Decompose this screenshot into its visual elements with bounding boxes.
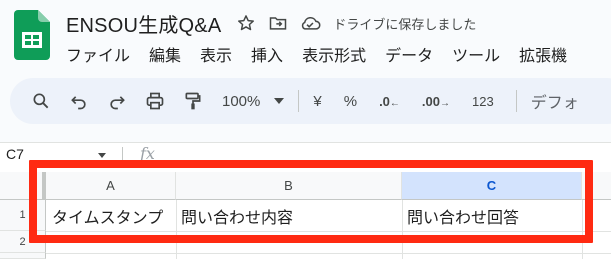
menu-tools[interactable]: ツール <box>452 42 500 66</box>
column-header-d[interactable] <box>582 172 611 200</box>
save-status: ドライブに保存しました <box>333 16 477 32</box>
search-menus-icon[interactable] <box>24 84 58 118</box>
function-icon: fx <box>140 144 155 163</box>
sheets-logo-icon[interactable] <box>14 10 50 60</box>
formula-bar-divider <box>122 147 123 163</box>
grid-line <box>582 200 583 259</box>
cell-b1[interactable]: 問い合わせ内容 <box>177 200 402 231</box>
column-header-c[interactable]: C <box>402 172 582 200</box>
menu-bar: ファイル 編集 表示 挿入 表示形式 データ ツール 拡張機 <box>66 40 586 68</box>
menu-file[interactable]: ファイル <box>66 42 130 66</box>
more-formats-button[interactable]: 123 <box>472 94 494 109</box>
zoom-select[interactable]: 100% <box>222 92 285 110</box>
chevron-down-icon <box>274 98 285 104</box>
formula-bar: C7 fx <box>0 142 611 166</box>
decrease-decimal-button[interactable]: .0← <box>379 94 400 109</box>
row-header-2[interactable]: 2 <box>0 231 46 253</box>
menu-data[interactable]: データ <box>385 42 433 66</box>
increase-decimal-button[interactable]: .00→ <box>422 94 450 109</box>
cloud-saved-icon[interactable] <box>299 12 321 34</box>
font-select[interactable]: デフォ <box>531 89 579 113</box>
redo-icon[interactable] <box>100 84 134 118</box>
menu-insert[interactable]: 挿入 <box>251 42 283 66</box>
toolbar-divider <box>515 90 517 112</box>
menu-format[interactable]: 表示形式 <box>302 42 366 66</box>
print-icon[interactable] <box>138 84 172 118</box>
row-header-3[interactable] <box>0 253 46 259</box>
row-header-1[interactable]: 1 <box>0 200 46 231</box>
move-to-folder-icon[interactable] <box>267 12 289 34</box>
column-header-b[interactable]: B <box>176 172 402 200</box>
name-box[interactable]: C7 <box>6 146 24 162</box>
toolbar: 100% ¥ % .0← .00→ 123 デフォ <box>10 78 611 124</box>
arrow-left-icon: ← <box>389 97 400 109</box>
menu-edit[interactable]: 編集 <box>149 42 181 66</box>
undo-icon[interactable] <box>62 84 96 118</box>
percent-format-button[interactable]: % <box>344 93 357 110</box>
paint-format-icon[interactable] <box>176 84 210 118</box>
chevron-down-icon[interactable] <box>98 153 106 158</box>
toolbar-divider <box>298 90 300 112</box>
zoom-value: 100% <box>222 92 261 110</box>
menu-extensions[interactable]: 拡張機 <box>519 42 567 66</box>
cell-a1[interactable]: タイムスタンプ <box>48 200 176 231</box>
decrease-decimal-label: .0 <box>379 93 390 109</box>
currency-format-button[interactable]: ¥ <box>313 93 321 110</box>
grid-line <box>46 253 611 254</box>
menu-view[interactable]: 表示 <box>200 42 232 66</box>
select-all-corner[interactable] <box>0 172 46 200</box>
document-title[interactable]: ENSOU生成Q&A <box>66 9 221 38</box>
app-header: ENSOU生成Q&A ドライブに保存しました ファイル 編集 表示 挿入 表示形… <box>0 0 611 72</box>
cell-c1[interactable]: 問い合わせ回答 <box>403 200 582 231</box>
increase-decimal-label: .00 <box>421 93 440 109</box>
grid-line <box>46 231 611 232</box>
column-header-a[interactable]: A <box>46 172 176 200</box>
arrow-right-icon: → <box>439 97 450 109</box>
star-icon[interactable] <box>235 12 257 34</box>
